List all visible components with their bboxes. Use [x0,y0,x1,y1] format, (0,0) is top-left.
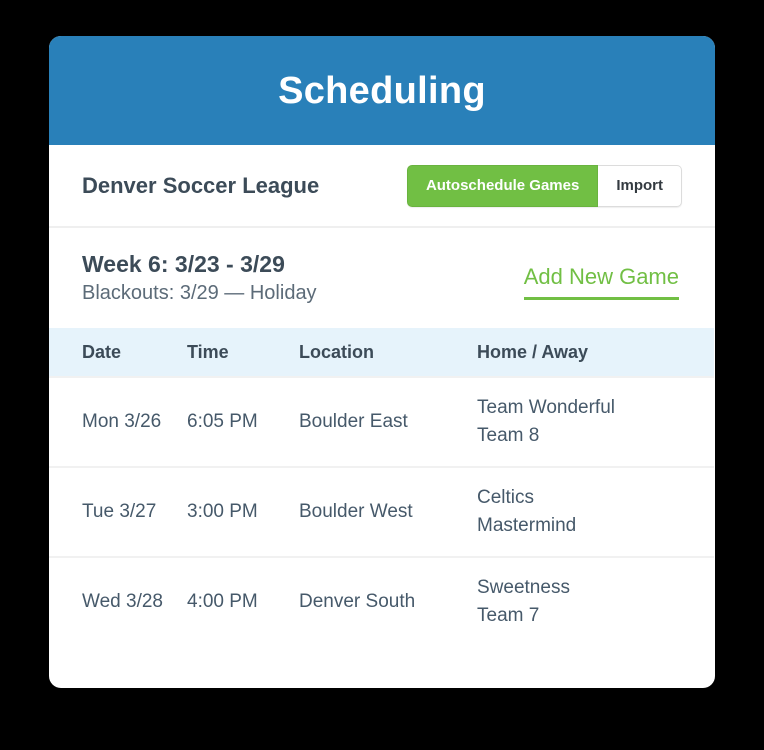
table-row[interactable]: Tue 3/27 3:00 PM Boulder West Celtics Ma… [49,466,714,556]
cell-date: Mon 3/26 [82,410,162,432]
cell-location: Boulder West [299,500,413,522]
action-button-group: Autoschedule Games Import [406,164,682,207]
cell-date: Wed 3/28 [82,590,163,612]
cell-home-away: Celtics Mastermind [477,484,679,541]
column-header-home-away: Home / Away [477,341,589,362]
scheduling-card: Scheduling Denver Soccer League Autosche… [49,36,715,688]
cell-home-away: Team Wonderful Team 8 [477,394,679,451]
week-title: Week 6: 3/23 - 3/29 [82,251,285,278]
table-header-row: Date Time Location Home / Away [49,328,714,376]
league-toolbar: Denver Soccer League Autoschedule Games … [49,145,715,228]
column-header-location: Location [299,341,374,362]
cell-time: 6:05 PM [187,410,258,432]
cell-date: Tue 3/27 [82,500,157,522]
home-team: Team Wonderful [477,396,615,418]
week-header: Week 6: 3/23 - 3/29 Blackouts: 3/29 — Ho… [49,228,715,328]
column-header-time: Time [187,341,229,362]
table-row[interactable]: Mon 3/26 6:05 PM Boulder East Team Wonde… [49,376,714,466]
table-row[interactable]: Wed 3/28 4:00 PM Denver South Sweetness … [49,556,714,646]
add-new-game-link[interactable]: Add New Game [523,264,679,300]
autoschedule-games-button[interactable]: Autoschedule Games [406,164,599,207]
week-blackouts: Blackouts: 3/29 — Holiday [82,281,317,304]
home-team: Celtics [477,486,535,508]
games-table: Date Time Location Home / Away Mon 3/26 … [49,328,714,646]
screen-background: Scheduling Denver Soccer League Autosche… [0,0,764,750]
import-button[interactable]: Import [598,164,682,207]
week-info: Week 6: 3/23 - 3/29 Blackouts: 3/29 — Ho… [82,251,317,304]
column-header-date: Date [82,341,122,362]
league-name: Denver Soccer League [82,172,320,198]
cell-home-away: Sweetness Team 7 [477,574,679,631]
cell-location: Denver South [299,590,416,612]
card-titlebar: Scheduling [49,36,715,145]
cell-location: Boulder East [299,410,408,432]
away-team: Team 7 [477,605,540,626]
away-team: Mastermind [477,515,577,536]
page-title: Scheduling [278,69,486,112]
cell-time: 3:00 PM [187,500,258,522]
cell-time: 4:00 PM [187,590,258,612]
home-team: Sweetness [477,576,570,598]
away-team: Team 8 [477,425,540,446]
